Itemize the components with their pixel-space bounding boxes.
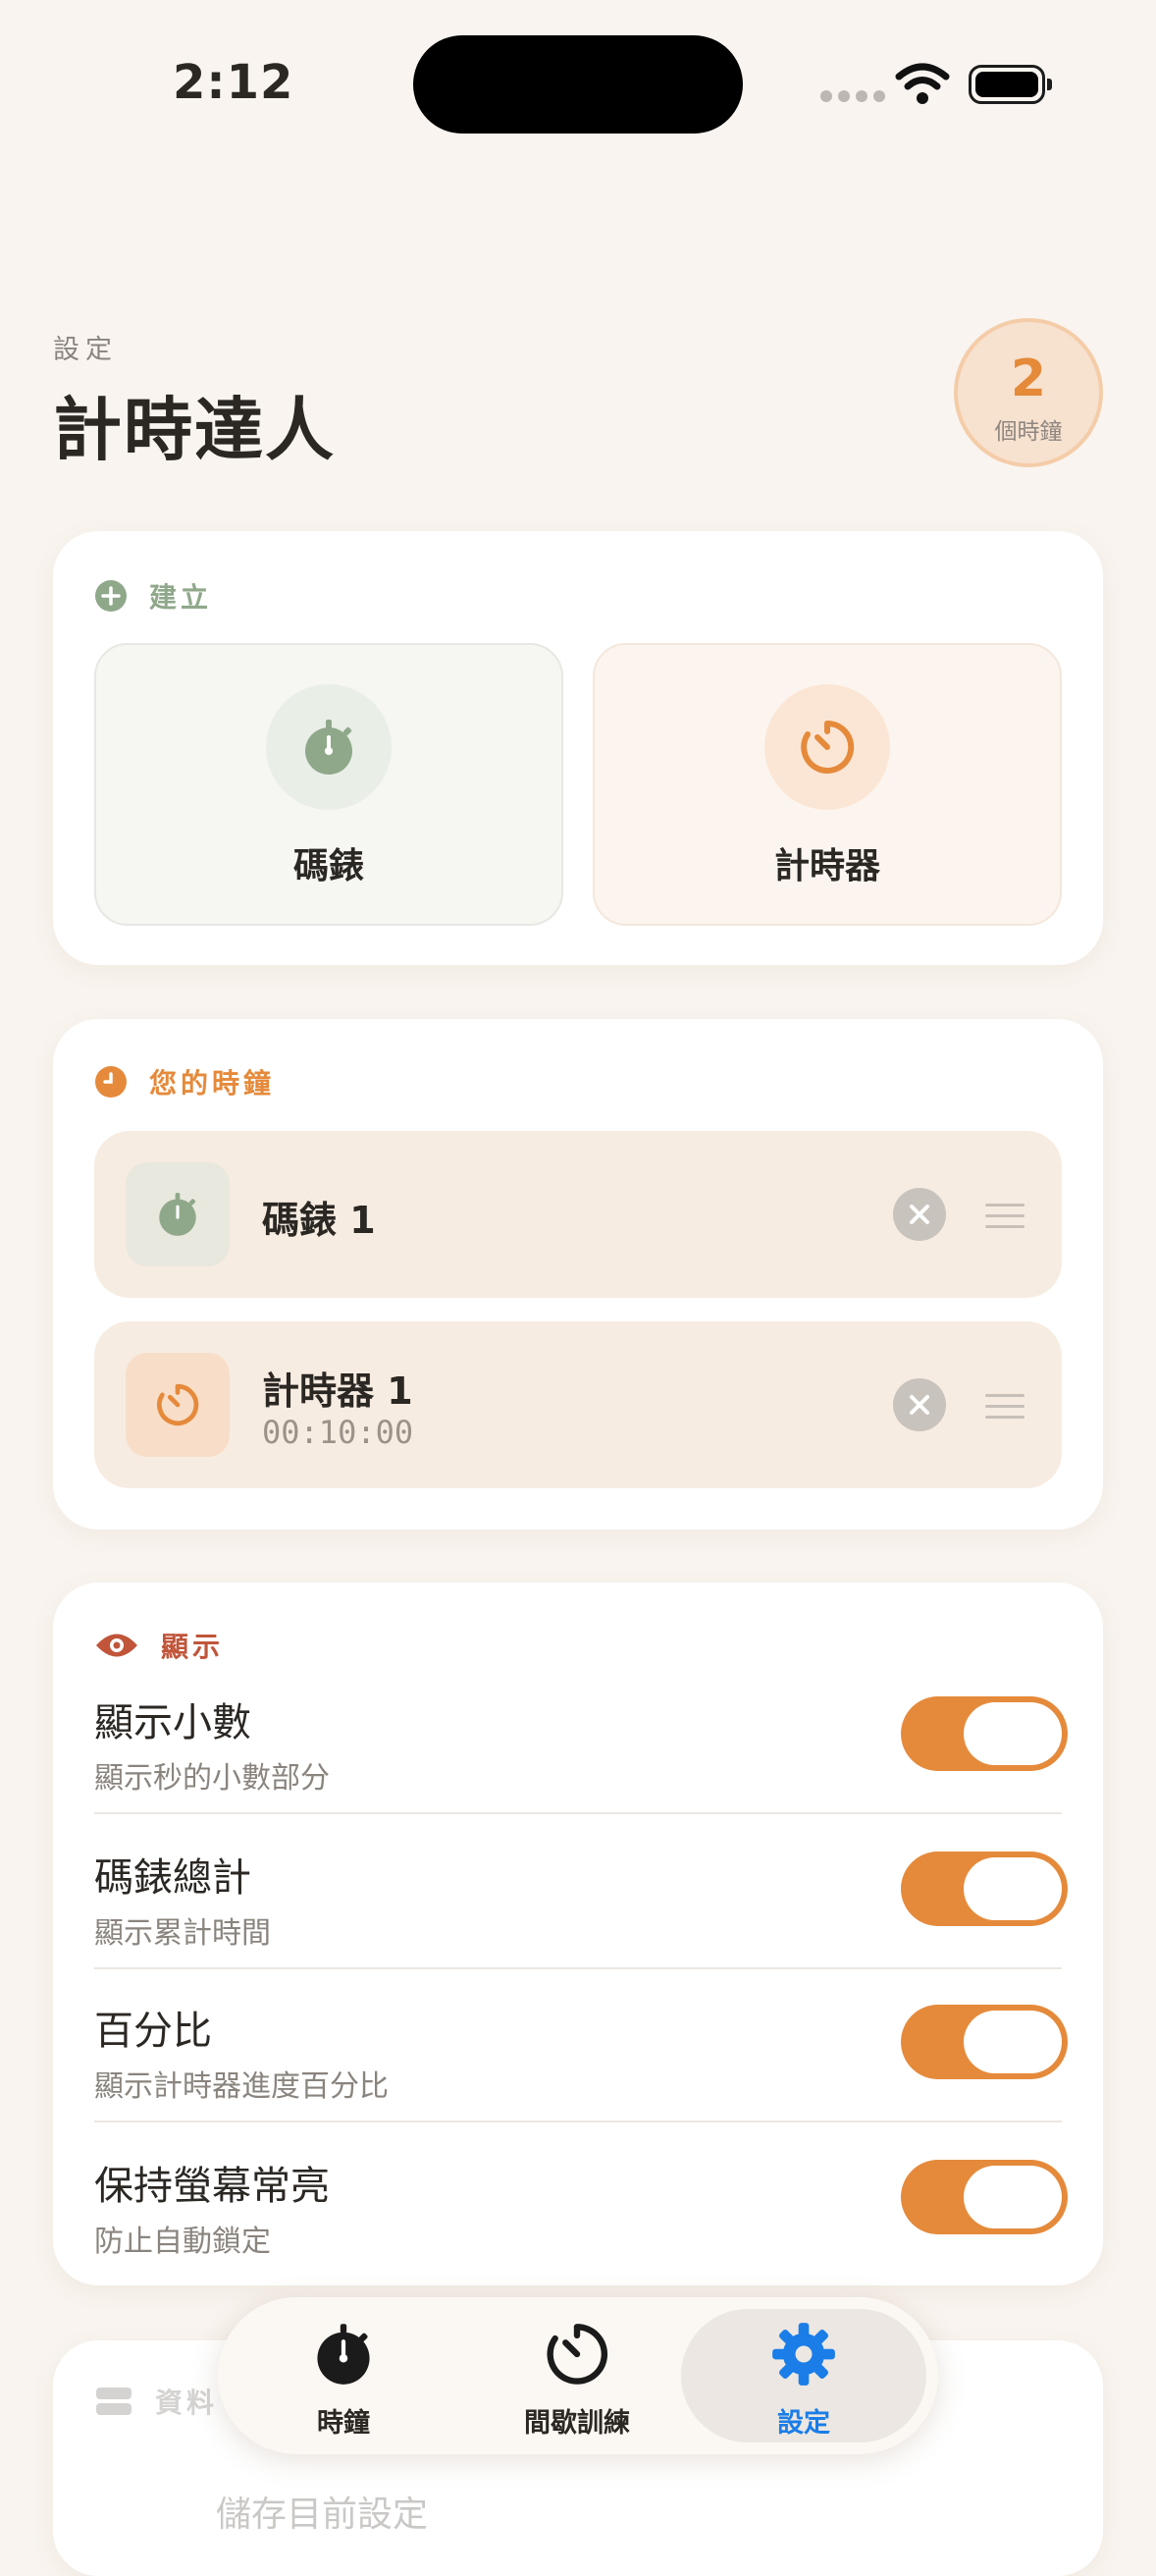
create-card: 建立 碼錶 計時器 xyxy=(53,531,1103,965)
drag-handle-icon[interactable] xyxy=(985,1394,1025,1426)
delete-clock-button[interactable] xyxy=(893,1378,946,1431)
gear-icon xyxy=(772,2323,835,2386)
timer-icon xyxy=(547,2324,608,2385)
keep-screen-on-toggle[interactable] xyxy=(901,2160,1068,2234)
status-time: 2:12 xyxy=(173,55,294,110)
divider xyxy=(94,2120,1062,2122)
clock-row-timer[interactable]: 計時器 1 00:10:00 xyxy=(94,1321,1062,1488)
tab-label: 時鐘 xyxy=(317,2408,370,2439)
clock-count-badge: 2 個時鐘 xyxy=(954,318,1103,467)
stopwatch-icon xyxy=(317,2324,370,2385)
create-heading-label: 建立 xyxy=(149,581,213,614)
clock-count: 2 xyxy=(1010,349,1047,408)
timer-icon xyxy=(764,684,890,810)
dynamic-island xyxy=(413,35,743,134)
stopwatch-icon xyxy=(126,1162,230,1266)
tab-clocks[interactable]: 時鐘 xyxy=(277,2297,410,2454)
close-icon xyxy=(910,1395,929,1415)
save-settings-item[interactable]: 儲存目前設定 xyxy=(216,2486,428,2537)
clocks-card: 您的時鐘 碼錶 1 計時器 1 00:10:00 xyxy=(53,1019,1103,1530)
tab-interval-training[interactable]: 間歇訓練 xyxy=(499,2297,656,2454)
divider xyxy=(94,1812,1062,1814)
stopwatch-total-toggle[interactable] xyxy=(901,1852,1068,1926)
setting-percentage: 百分比 顯示計時器進度百分比 xyxy=(94,1999,1068,2105)
create-timer-button[interactable]: 計時器 xyxy=(593,643,1062,926)
create-timer-label: 計時器 xyxy=(773,846,880,886)
clock-name: 計時器 1 xyxy=(262,1369,413,1413)
close-icon xyxy=(910,1205,929,1224)
display-heading: 顯示 xyxy=(94,1626,224,1665)
tab-bar: 時鐘 間歇訓練 設定 xyxy=(218,2297,938,2454)
setting-show-decimals: 顯示小數 顯示秒的小數部分 xyxy=(94,1690,1068,1797)
create-heading: 建立 xyxy=(94,576,212,616)
display-card: 顯示 顯示小數 顯示秒的小數部分 碼錶總計 顯示累計時間 百分比 顯示計時器進度… xyxy=(53,1583,1103,2285)
create-stopwatch-label: 碼錶 xyxy=(292,846,364,886)
clock-icon xyxy=(95,1066,127,1098)
tab-settings[interactable]: 設定 xyxy=(737,2297,870,2454)
clock-count-label: 個時鐘 xyxy=(994,419,1063,445)
clocks-heading: 您的時鐘 xyxy=(94,1062,275,1101)
divider xyxy=(94,1967,1062,1969)
data-heading-label: 資料 xyxy=(155,2387,219,2419)
setting-stopwatch-total: 碼錶總計 顯示累計時間 xyxy=(94,1846,1068,1952)
storage-icon xyxy=(96,2388,131,2415)
clock-name: 碼錶 1 xyxy=(262,1199,376,1242)
display-heading-label: 顯示 xyxy=(161,1631,225,1663)
setting-keep-screen-on: 保持螢幕常亮 防止自動鎖定 xyxy=(94,2154,1068,2260)
clocks-heading-label: 您的時鐘 xyxy=(149,1067,276,1100)
clock-row-stopwatch[interactable]: 碼錶 1 xyxy=(94,1131,1062,1298)
drag-handle-icon[interactable] xyxy=(985,1204,1025,1236)
show-decimals-toggle[interactable] xyxy=(901,1696,1068,1771)
delete-clock-button[interactable] xyxy=(893,1188,946,1241)
eye-icon xyxy=(96,1634,137,1657)
battery-icon xyxy=(969,65,1052,104)
signal-icon xyxy=(820,90,885,102)
create-stopwatch-button[interactable]: 碼錶 xyxy=(94,643,563,926)
data-heading: 資料 xyxy=(94,2382,218,2421)
percentage-toggle[interactable] xyxy=(901,2005,1068,2079)
page-title: 計時達人 xyxy=(53,390,336,470)
tab-label: 間歇訓練 xyxy=(524,2408,630,2439)
timer-icon xyxy=(126,1353,230,1457)
clock-duration: 00:10:00 xyxy=(262,1414,414,1451)
wifi-icon xyxy=(895,63,950,104)
stopwatch-icon xyxy=(266,684,392,810)
tab-label: 設定 xyxy=(777,2408,830,2439)
page-eyebrow: 設定 xyxy=(53,335,118,365)
plus-circle-icon xyxy=(95,580,127,612)
